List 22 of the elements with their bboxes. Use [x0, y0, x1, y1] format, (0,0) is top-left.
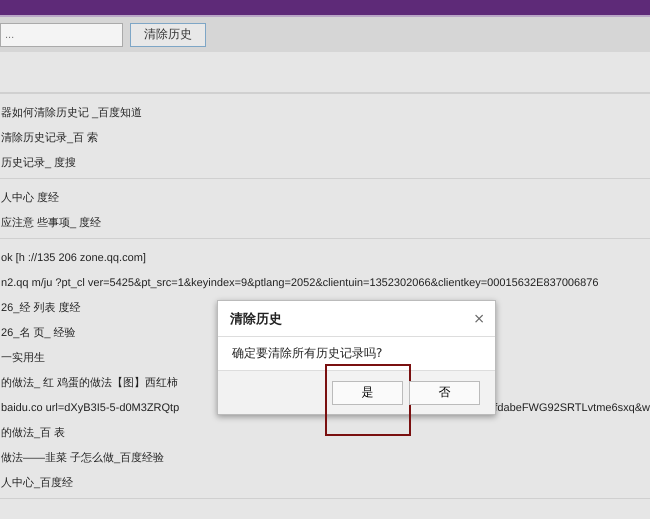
history-entry[interactable]: 的做法_ 红 鸡蛋的做法【图】西红柿 [1, 375, 178, 390]
clear-history-button[interactable]: 清除历史 [130, 22, 206, 46]
dialog-button[interactable]: 是 [332, 380, 403, 404]
close-button[interactable]: × [471, 310, 487, 326]
history-entry[interactable]: ok [h ://135 206 zone.qq.com] [1, 252, 146, 264]
history-entry-tail: fdabeFWG92SRTLvtme6sxq&w [494, 402, 650, 414]
history-entry[interactable]: 人中心 度经 [1, 190, 60, 205]
history-entry[interactable]: 的做法_百 表 [1, 425, 66, 440]
history-entry[interactable]: 清除历史记录_百 索 [1, 130, 98, 145]
history-entry[interactable]: 人中心_百度经 [1, 475, 74, 490]
history-entry[interactable]: 应注意 些事项_ 度经 [1, 215, 102, 230]
history-entry[interactable]: 器如何清除历史记 _百度知道 [1, 105, 142, 120]
dialog-button[interactable]: 否 [409, 380, 480, 404]
dialog-message: 确定要清除所有历史记录吗? [232, 345, 382, 362]
history-entry[interactable]: 26_经 列表 度经 [1, 300, 80, 315]
dialog-title: 清除历史 [230, 310, 282, 328]
history-entry[interactable]: 历史记录_ 度搜 [1, 155, 76, 170]
history-entry[interactable]: 一实用生 [1, 350, 45, 365]
history-entry[interactable]: 做法——韭菜 子怎么做_百度经验 [1, 450, 164, 465]
history-entry[interactable]: n2.qq m/ju ?pt_cl ver=5425&pt_src=1&keyindex=9&ptlang=2052&clientuin=1352302066&clientkey=00015632E837006876 [1, 276, 599, 288]
history-entry[interactable]: 26_名 页_ 经验 [1, 325, 76, 340]
search-field[interactable]: ... [0, 22, 123, 46]
